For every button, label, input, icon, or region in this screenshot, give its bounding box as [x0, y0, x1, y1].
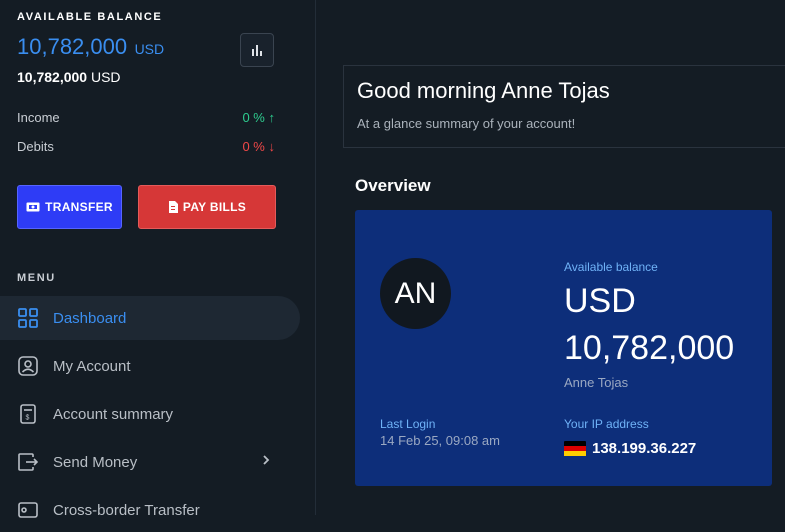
overview-card: AN Available balance USD 10,782,000 Anne… [355, 210, 772, 486]
banknote-icon [26, 202, 40, 212]
sidebar-item-account-summary[interactable]: $ Account summary [0, 392, 300, 436]
balance-heading: AVAILABLE BALANCE [17, 11, 163, 23]
income-value: 0 % ↑ [242, 110, 275, 125]
balance-amount-value: 10,782,000 [17, 34, 128, 59]
sidebar-item-send-money[interactable]: Send Money [0, 440, 300, 484]
ip-address: 138.199.36.227 [564, 440, 696, 457]
debits-label: Debits [17, 139, 54, 154]
overview-heading: Overview [355, 176, 431, 195]
ip-address-value: 138.199.36.227 [592, 440, 697, 457]
transfer-button[interactable]: TRANSFER [17, 185, 122, 229]
balance-secondary-currency: USD [90, 69, 121, 85]
sidebar-item-label: My Account [53, 357, 131, 375]
menu-heading: MENU [17, 272, 56, 284]
arrow-down-icon: ↓ [268, 139, 276, 154]
bar-chart-icon [252, 45, 262, 56]
sidebar: AVAILABLE BALANCE 10,782,000 USD 10,782,… [0, 0, 316, 519]
svg-text:$: $ [26, 415, 30, 422]
sidebar-item-my-account[interactable]: My Account [0, 344, 300, 388]
pay-bills-button[interactable]: PAY BILLS [138, 185, 276, 229]
ip-address-label: Your IP address [564, 417, 649, 431]
dashboard-icon [17, 307, 39, 329]
balance-amount: 10,782,000 USD [17, 34, 164, 60]
balance-currency: USD [134, 41, 165, 57]
greeting-card: Good morning Anne Tojas At a glance summ… [343, 65, 785, 148]
avatar: AN [380, 258, 451, 329]
account-holder-name: Anne Tojas [564, 375, 629, 390]
sidebar-item-label: Send Money [53, 453, 138, 471]
income-label: Income [17, 110, 60, 125]
overview-currency: USD [564, 282, 636, 320]
sidebar-item-dashboard[interactable]: Dashboard [0, 296, 300, 340]
debits-row: Debits 0 % ↓ [17, 139, 275, 154]
card-icon [17, 499, 39, 521]
last-login-value: 14 Feb 25, 09:08 am [380, 433, 500, 448]
last-login-label: Last Login [380, 417, 436, 431]
greeting-subtitle: At a glance summary of your account! [357, 116, 576, 131]
sidebar-item-cross-border-transfer[interactable]: Cross-border Transfer [0, 488, 300, 532]
germany-flag-icon [564, 440, 586, 457]
available-balance-label: Available balance [564, 260, 658, 274]
debits-value: 0 % ↓ [242, 139, 275, 154]
chevron-right-icon [262, 453, 270, 470]
balance-secondary: 10,782,000 USD [17, 69, 121, 85]
sidebar-item-label: Account summary [53, 405, 174, 423]
receipt-icon: $ [17, 403, 39, 425]
send-money-icon [17, 451, 39, 473]
sidebar-item-label: Cross-border Transfer [53, 501, 200, 519]
user-icon [17, 355, 39, 377]
greeting-title: Good morning Anne Tojas [357, 78, 610, 103]
overview-amount: 10,782,000 [564, 329, 735, 367]
income-row: Income 0 % ↑ [17, 110, 275, 125]
sidebar-item-label: Dashboard [53, 309, 127, 327]
document-icon [168, 201, 178, 213]
chart-button[interactable] [240, 33, 274, 67]
arrow-up-icon: ↑ [268, 110, 276, 125]
balance-secondary-value: 10,782,000 [17, 69, 88, 85]
